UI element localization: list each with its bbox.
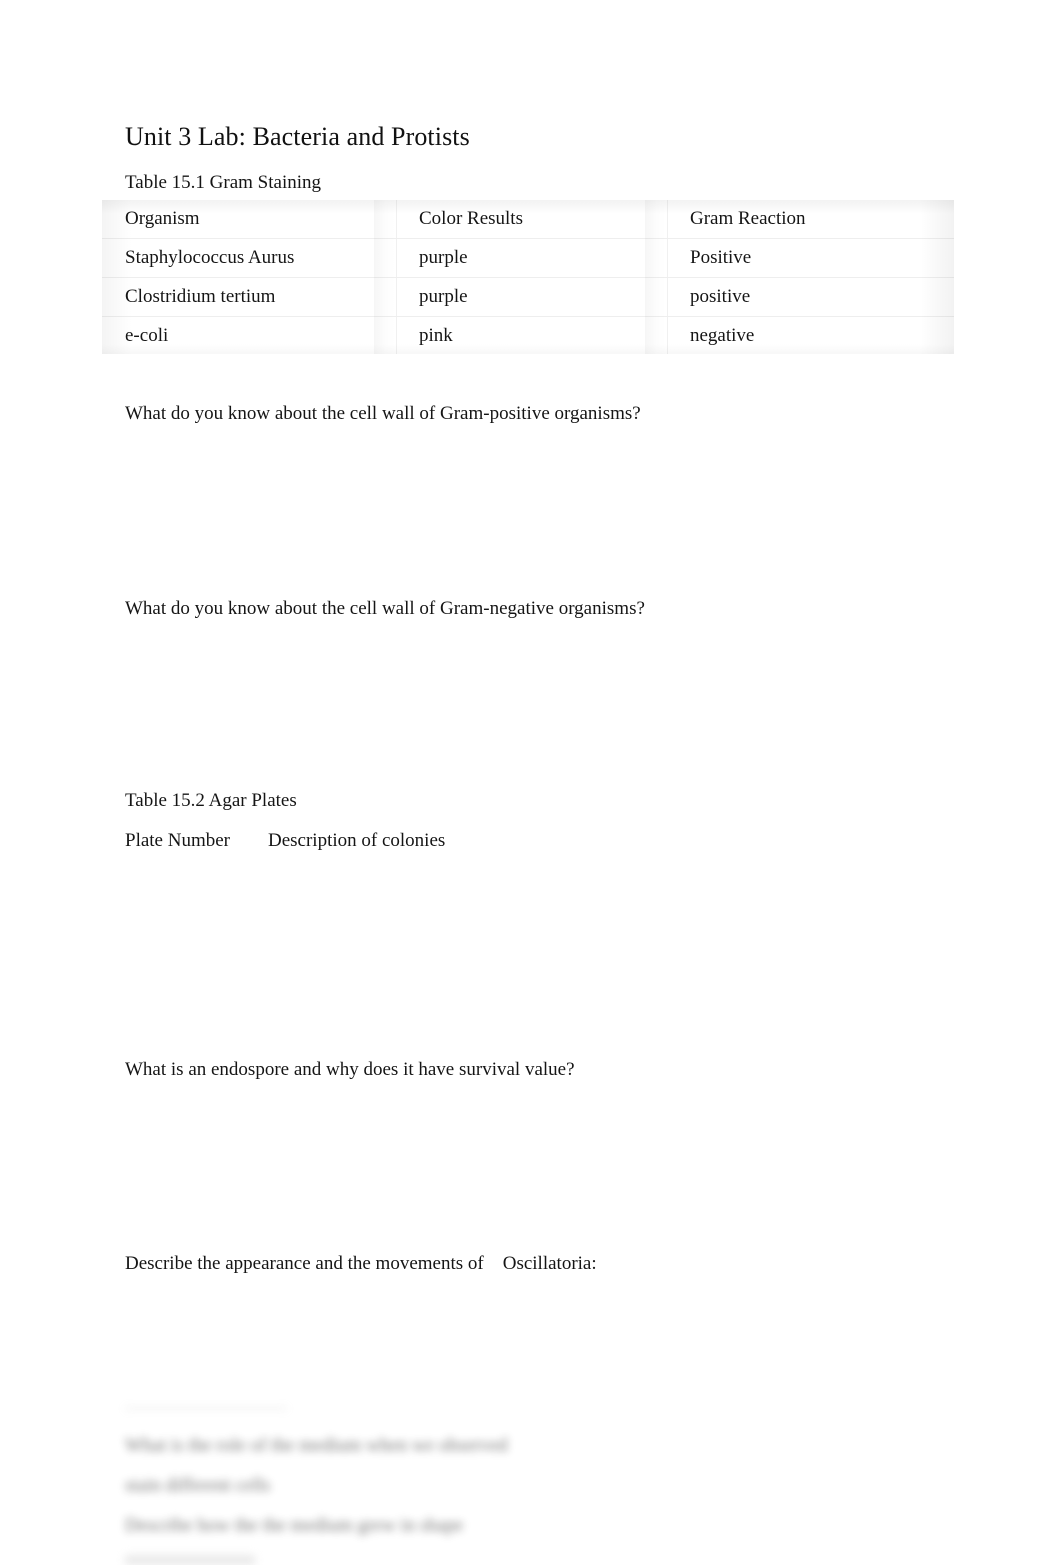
question-gram-negative-cell-wall: What do you know about the cell wall of … — [125, 598, 645, 619]
cell-color: pink — [396, 316, 667, 354]
cell-organism: e-coli — [102, 316, 396, 354]
cell-reaction: positive — [667, 277, 954, 317]
column-header-gram-reaction: Gram Reaction — [667, 200, 954, 239]
question-endospore: What is an endospore and why does it hav… — [125, 1059, 575, 1080]
table-row: Clostridium tertium purple positive — [102, 277, 954, 317]
table-15-1-caption: Table 15.1 Gram Staining — [125, 172, 322, 193]
page-title: Unit 3 Lab: Bacteria and Protists — [125, 122, 470, 151]
cell-color: purple — [396, 277, 667, 317]
footer-divider-rule — [125, 1408, 287, 1409]
obscured-preview-block: What is the role of the medium when we o… — [125, 1408, 765, 1565]
column-header-organism: Organism — [102, 200, 396, 239]
table-15-2-caption: Table 15.2 Agar Plates — [125, 790, 297, 811]
obscured-line-fragment — [125, 1555, 255, 1565]
obscured-line: stain different cells — [125, 1475, 271, 1496]
obscured-line: What is the role of the medium when we o… — [125, 1435, 508, 1456]
document-page: Unit 3 Lab: Bacteria and Protists Table … — [0, 0, 1062, 1565]
table-row: Staphylococcus Aurus purple Positive — [102, 238, 954, 278]
gram-staining-table: Organism Color Results Gram Reaction Sta… — [102, 200, 954, 354]
cell-reaction: negative — [667, 316, 954, 354]
cell-reaction: Positive — [667, 238, 954, 278]
question-oscillatoria: Describe the appearance and the movement… — [125, 1253, 597, 1274]
column-header-color-results: Color Results — [396, 200, 667, 239]
table-row: e-coli pink negative — [102, 316, 954, 354]
table-15-1-container: Organism Color Results Gram Reaction Sta… — [102, 200, 954, 354]
table-15-2-headers: Plate Number Description of colonies — [125, 830, 446, 851]
obscured-line: Describe how the the medium grew in shap… — [125, 1515, 464, 1536]
table-header-row: Organism Color Results Gram Reaction — [102, 200, 954, 239]
cell-color: purple — [396, 238, 667, 278]
question-gram-positive-cell-wall: What do you know about the cell wall of … — [125, 403, 641, 424]
cell-organism: Staphylococcus Aurus — [102, 238, 396, 278]
cell-organism: Clostridium tertium — [102, 277, 396, 317]
